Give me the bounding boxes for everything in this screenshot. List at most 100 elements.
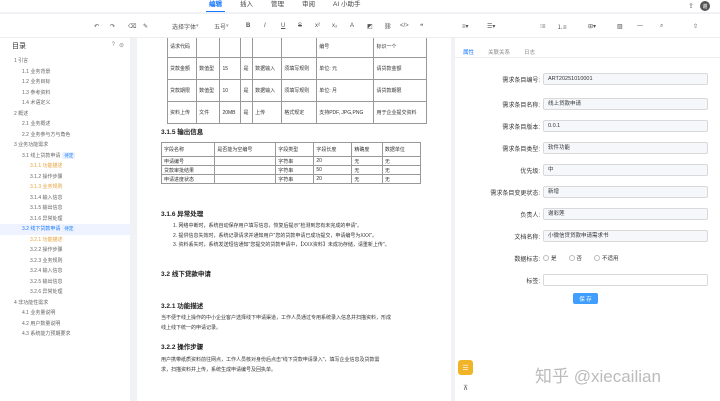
radio-option[interactable]: 是 (543, 254, 557, 262)
tab-properties[interactable]: 属性 (463, 48, 474, 57)
table-cell: 20MB (219, 101, 242, 124)
font-size-select[interactable]: 五号 (210, 14, 233, 38)
field-input[interactable]: 线上贷款申请 (543, 98, 708, 110)
superscript-icon[interactable]: x² (315, 14, 320, 38)
subscript-icon[interactable]: x₂ (332, 14, 337, 38)
avatar[interactable]: 谢 (700, 1, 710, 11)
numbered-list-icon[interactable]: ⒈≡ (557, 14, 567, 38)
bullet-list-icon[interactable]: ⁝≡ (540, 14, 545, 38)
align-left-icon[interactable]: ≡▾ (462, 14, 469, 38)
line-spacing-icon[interactable]: ☰▾ (487, 14, 495, 38)
collapse-panel-icon[interactable]: ⊼ (458, 380, 473, 395)
toc-item[interactable]: 1.1 业务背景 (0, 67, 130, 78)
table-cell: 编号 (316, 38, 375, 58)
code-icon[interactable]: </> (400, 14, 409, 38)
table-cell: 文件 (196, 101, 221, 124)
save-button[interactable]: 保 存 (573, 293, 598, 304)
table-icon[interactable]: ⊞▾ (588, 14, 596, 38)
radio-option[interactable]: 否 (568, 254, 582, 262)
form-row: 优先级: 中 (455, 164, 720, 176)
tab-review[interactable]: 审阅 (293, 0, 324, 12)
radio-option[interactable]: 不适用 (594, 254, 619, 262)
toc-item[interactable]: 3.2.4 输入信息 (0, 266, 130, 277)
field-label: 优先级: (520, 168, 540, 175)
toc-item[interactable]: 4.2 用户数量说明 (0, 319, 130, 330)
toc-item[interactable]: 3.1.2 操作步骤 (0, 172, 130, 183)
toc-item[interactable]: 3.1.5 输出信息 (0, 203, 130, 214)
font-color-icon[interactable]: A (350, 14, 354, 38)
field-input[interactable] (543, 274, 708, 286)
field-input[interactable]: 小微信贷贷款申请需求书 (543, 230, 708, 242)
table-cell: 申请编号 (160, 156, 216, 166)
field-label: 需求条目类型: (502, 146, 540, 153)
toc-item[interactable]: 2 概述 (0, 109, 130, 120)
field-label: 数据标志: (514, 256, 540, 263)
image-icon[interactable]: ▨ (617, 14, 623, 38)
underline-icon[interactable]: U (281, 14, 285, 38)
format-painter-icon[interactable]: ✎ (143, 14, 148, 38)
toc-item[interactable]: 4 非功能性需求 (0, 298, 130, 309)
toc-item[interactable]: 4.3 系统能力预期要求 (0, 329, 130, 340)
quote-icon[interactable]: ❝ (420, 14, 423, 38)
table-cell: 上传 (252, 101, 283, 124)
table-cell: 格式规定 (281, 101, 318, 124)
table-cell: 10 (219, 79, 242, 102)
toc-item[interactable]: 3.1.1 功能描述 (0, 161, 130, 172)
toc-item[interactable]: 1.2 业务目标 (0, 77, 130, 88)
table-row: 资料上传 文件 20MB 是上传 格式规定 支持PDF, JPG,PNG 用于企业提交资料 (166, 101, 427, 124)
toc-item-label: 3.2.5 输出信息 (30, 278, 63, 285)
tab-edit[interactable]: 编辑 (200, 0, 231, 12)
toc-item-label: 4 非功能性需求 (14, 299, 49, 306)
tab-log[interactable]: 日志 (524, 48, 535, 57)
strikethrough-icon[interactable]: S (298, 14, 302, 38)
bold-icon[interactable]: B (246, 14, 250, 38)
table-header-cell: 字段名称 (160, 142, 216, 157)
field-input[interactable]: 谢彩莲 (543, 208, 708, 220)
redo-icon[interactable]: ↷ (110, 14, 115, 38)
toc-item[interactable]: 3.1.4 输入信息 (0, 193, 130, 204)
toc-item[interactable]: 3.2.2 操作步骤 (0, 245, 130, 256)
toc-item[interactable]: 3.2.6 异常处理 (0, 287, 130, 298)
divider-icon[interactable]: — (637, 14, 643, 38)
field-input[interactable]: 软件功能 (543, 142, 708, 154)
toc-item[interactable]: 1.4 术语定义 (0, 98, 130, 109)
undo-icon[interactable]: ↶ (94, 14, 99, 38)
ai-assistant-icon[interactable]: ☰ (458, 360, 473, 375)
share-icon[interactable]: ⇪ (688, 2, 694, 10)
tab-manage[interactable]: 管理 (262, 0, 293, 12)
toc-item[interactable]: 3.1.6 异常处理 (0, 214, 130, 225)
tab-insert[interactable]: 插入 (231, 0, 262, 12)
toc-item[interactable]: 3 业务功能需求 (0, 140, 130, 151)
toc-item[interactable]: 3.2.1 功能描述 (0, 235, 130, 246)
toc-item[interactable]: 3.2.3 业务规则 (0, 256, 130, 267)
toc-item-label: 1 引言 (14, 58, 29, 64)
toc-item[interactable]: 3.1.3 业务规则 (0, 182, 130, 193)
field-input[interactable]: 新增 (543, 186, 708, 198)
search-icon[interactable]: ⌕ (660, 14, 663, 38)
toc-item[interactable]: 4.1 业务量说明 (0, 308, 130, 319)
field-input[interactable]: 中 (543, 164, 708, 176)
toc-item[interactable]: 2.2 业务参与方与角色 (0, 130, 130, 141)
link-icon[interactable]: ⛓ (384, 14, 392, 38)
toc-item[interactable]: 2.1 业务概述 (0, 119, 130, 130)
highlight-icon[interactable]: ◩ (367, 14, 373, 38)
tab-relations[interactable]: 关联关系 (488, 48, 510, 57)
toc-item[interactable]: 3.2 线下贷款申请 待定 (0, 224, 130, 235)
field-input[interactable]: ART20251010001 (543, 73, 708, 85)
toc-item-label: 4.1 业务量说明 (22, 310, 56, 316)
toc-item[interactable]: 3.2.5 输出信息 (0, 277, 130, 288)
field-input[interactable]: 0.0.1 (543, 120, 708, 132)
toc-item[interactable]: 1.3 参考资料 (0, 88, 130, 99)
collapse-icon[interactable]: ⇧ (693, 14, 698, 38)
help-icon[interactable]: ? (112, 42, 115, 49)
toc-item[interactable]: 3.1 线上贷款申请 待定 (0, 151, 130, 162)
form-row: 标签: (455, 274, 720, 286)
tab-ai-assistant[interactable]: AI 小助手 (324, 0, 369, 12)
clear-format-icon[interactable]: ⌫ (128, 14, 136, 38)
toc-item[interactable]: 1 引言 (0, 56, 130, 67)
font-select[interactable]: 选择字体 (168, 14, 203, 38)
settings-icon[interactable]: ⊜ (119, 42, 124, 49)
table-cell: 单位: 元 (316, 57, 375, 80)
italic-icon[interactable]: I (264, 14, 266, 38)
document-page: 请求代码 编号 标识一个 贷款金额 数值型 15 是数据输入 须填写规则 单位: 元请贷款金额贷… (137, 38, 451, 401)
